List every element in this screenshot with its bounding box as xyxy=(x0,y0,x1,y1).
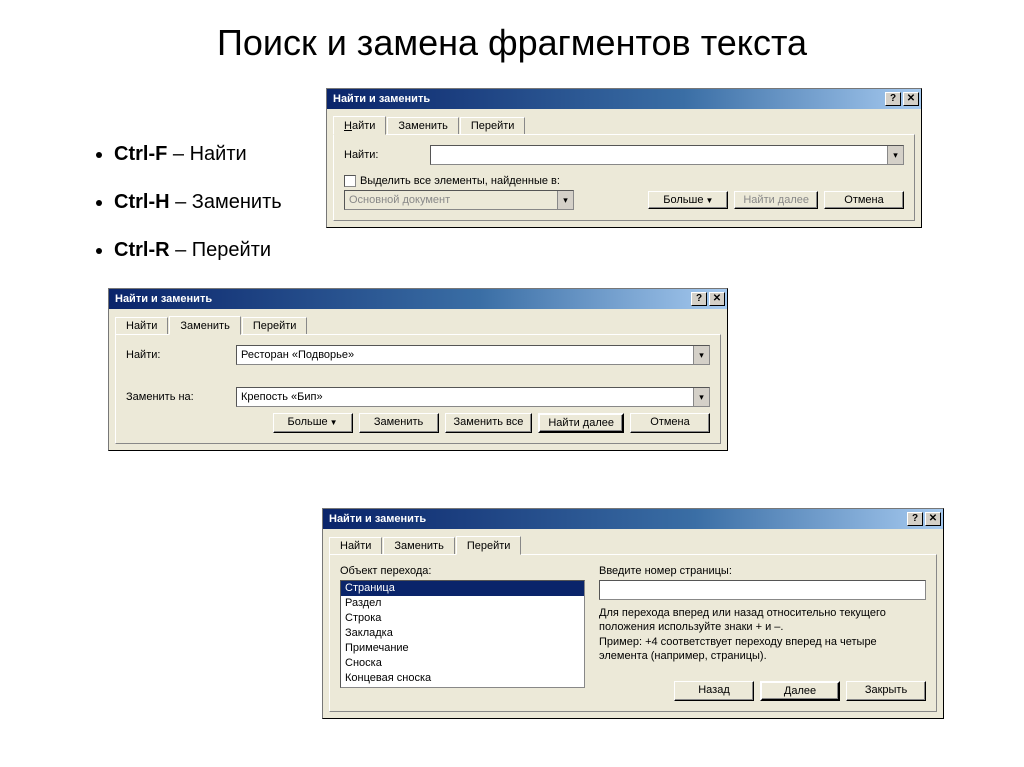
more-button[interactable]: Больше▼ xyxy=(273,413,353,433)
more-button[interactable]: Больше▼ xyxy=(648,191,728,209)
goto-object-list[interactable]: Страница Раздел Строка Закладка Примечан… xyxy=(340,580,585,688)
titlebar: Найти и заменить ? ✕ xyxy=(109,289,727,309)
list-item[interactable]: Закладка xyxy=(341,626,584,641)
close-icon[interactable]: ✕ xyxy=(709,292,725,306)
dropdown-arrow-icon[interactable] xyxy=(693,388,709,406)
close-icon[interactable]: ✕ xyxy=(925,512,941,526)
close-button[interactable]: Закрыть xyxy=(846,681,926,701)
dialog-title: Найти и заменить xyxy=(329,513,426,525)
list-item[interactable]: Примечание xyxy=(341,641,584,656)
dropdown-arrow-icon[interactable] xyxy=(887,146,903,164)
help-icon[interactable]: ? xyxy=(885,92,901,106)
list-item: Ctrl-H – Заменить xyxy=(114,178,282,226)
tab-find[interactable]: Найти xyxy=(333,116,386,135)
highlight-all-label: Выделить все элементы, найденные в: xyxy=(360,175,560,187)
goto-number-input[interactable] xyxy=(599,580,926,600)
find-replace-dialog-goto: Найти и заменить ? ✕ Найти Заменить Пере… xyxy=(322,508,944,719)
replace-label: Заменить на: xyxy=(126,391,236,403)
dialog-title: Найти и заменить xyxy=(333,93,430,105)
help-icon[interactable]: ? xyxy=(907,512,923,526)
goto-object-label: Объект перехода: xyxy=(340,565,585,577)
find-input[interactable] xyxy=(430,145,904,165)
dialog-title: Найти и заменить xyxy=(115,293,212,305)
tab-strip: Найти Заменить Перейти xyxy=(333,115,915,135)
find-label: Найти: xyxy=(126,349,236,361)
page-title: Поиск и замена фрагментов текста xyxy=(0,0,1024,64)
highlight-all-checkbox[interactable] xyxy=(344,175,356,187)
find-label: Найти: xyxy=(344,149,430,161)
replace-button[interactable]: Заменить xyxy=(359,413,439,433)
cancel-button[interactable]: Отмена xyxy=(824,191,904,209)
cancel-button[interactable]: Отмена xyxy=(630,413,710,433)
find-next-button[interactable]: Найти далее xyxy=(538,413,624,433)
dropdown-arrow-icon[interactable] xyxy=(693,346,709,364)
find-replace-dialog-find: Найти и заменить ? ✕ Найти Заменить Пере… xyxy=(326,88,922,228)
replace-input[interactable]: Крепость «Бип» xyxy=(236,387,710,407)
list-item[interactable]: Строка xyxy=(341,611,584,626)
find-input[interactable]: Ресторан «Подворье» xyxy=(236,345,710,365)
list-item[interactable]: Сноска xyxy=(341,656,584,671)
list-item: Ctrl-R – Перейти xyxy=(114,226,282,274)
tab-goto[interactable]: Перейти xyxy=(456,536,522,555)
scope-dropdown: Основной документ xyxy=(344,190,574,210)
tab-strip: Найти Заменить Перейти xyxy=(329,535,937,555)
help-icon[interactable]: ? xyxy=(691,292,707,306)
dropdown-arrow-icon xyxy=(557,191,573,209)
close-icon[interactable]: ✕ xyxy=(903,92,919,106)
back-button[interactable]: Назад xyxy=(674,681,754,701)
next-button[interactable]: Далее xyxy=(760,681,840,701)
titlebar: Найти и заменить ? ✕ xyxy=(323,509,943,529)
list-item: Ctrl-F – Найти xyxy=(114,130,282,178)
goto-help-text: Для перехода вперед или назад относитель… xyxy=(599,606,926,663)
tab-strip: Найти Заменить Перейти xyxy=(115,315,721,335)
find-replace-dialog-replace: Найти и заменить ? ✕ Найти Заменить Пере… xyxy=(108,288,728,451)
find-next-button[interactable]: Найти далее xyxy=(734,191,818,209)
tab-replace[interactable]: Заменить xyxy=(169,316,240,335)
list-item[interactable]: Страница xyxy=(341,581,584,596)
list-item[interactable]: Раздел xyxy=(341,596,584,611)
goto-number-label: Введите номер страницы: xyxy=(599,565,926,577)
shortcut-list: Ctrl-F – Найти Ctrl-H – Заменить Ctrl-R … xyxy=(50,130,282,274)
list-item[interactable]: Концевая сноска xyxy=(341,671,584,686)
replace-all-button[interactable]: Заменить все xyxy=(445,413,533,433)
titlebar: Найти и заменить ? ✕ xyxy=(327,89,921,109)
